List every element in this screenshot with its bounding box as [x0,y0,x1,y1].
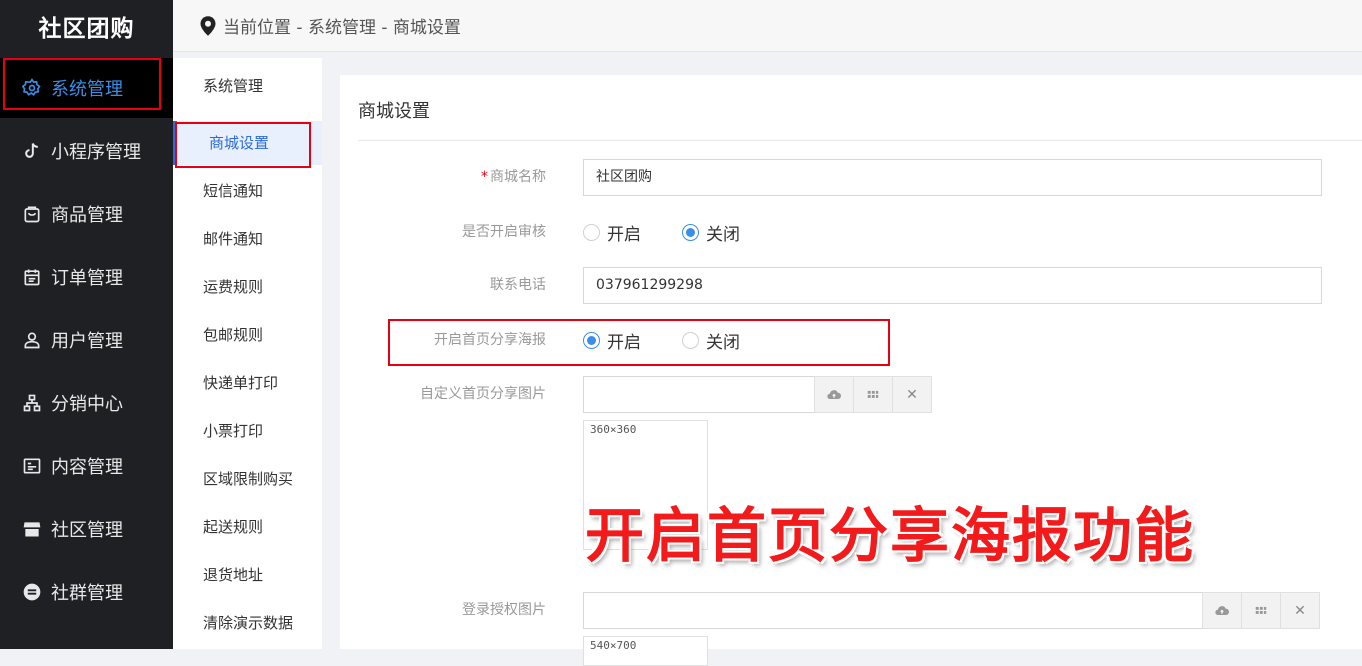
title-divider [358,140,1362,141]
review-radio-on[interactable]: 开启 [583,220,641,245]
content-icon [22,456,42,476]
user-icon [22,330,42,350]
sidebar-item-content[interactable]: 内容管理 [0,436,173,496]
radio-circle-selected [682,224,699,241]
sidebar-item-community[interactable]: 社区管理 [0,499,173,559]
share-poster-label: 开启首页分享海报 [434,332,546,348]
sidebar-item-label: 社群管理 [51,583,123,604]
settings-subnav: 系统管理 商城设置 短信通知 邮件通知 运费规则 包邮规则 快递单打印 小票打印… [173,58,322,649]
share-image-input[interactable] [583,376,815,413]
subnav-item-freight[interactable]: 运费规则 [173,265,322,309]
review-label: 是否开启审核 [462,224,546,240]
grid-icon [1255,606,1267,614]
page-title: 商城设置 [358,101,430,122]
subnav-item-receipt-print[interactable]: 小票打印 [173,409,322,453]
subnav-item-email[interactable]: 邮件通知 [173,217,322,261]
close-icon: ✕ [1294,602,1306,619]
share-poster-radio-on[interactable]: 开启 [583,328,641,353]
sidebar-item-distribution[interactable]: 分销中心 [0,373,173,433]
login-image-label: 登录授权图片 [462,602,546,618]
clear-button[interactable]: ✕ [892,376,932,413]
radio-circle [583,224,600,241]
cloud-upload-icon [827,389,842,399]
sidebar-item-label: 用户管理 [51,331,123,352]
gear-icon [22,78,42,98]
subnav-item-return-address[interactable]: 退货地址 [173,553,322,597]
grid-icon [867,390,879,398]
location-pin-icon [200,15,216,36]
review-radio-off[interactable]: 关闭 [682,220,740,245]
sidebar-item-groups[interactable]: 社群管理 [0,562,173,622]
clear-button[interactable]: ✕ [1280,592,1320,629]
sidebar-item-label: 内容管理 [51,457,123,478]
radio-label: 开启 [607,225,641,245]
login-image-input[interactable] [583,592,1203,629]
gallery-button[interactable] [853,376,893,413]
radio-circle [682,332,699,349]
sidebar-item-label: 小程序管理 [51,142,141,163]
subnav-item-waybill-print[interactable]: 快递单打印 [173,361,322,405]
bag-icon [22,204,42,224]
subnav-item-min-order[interactable]: 起送规则 [173,505,322,549]
shop-name-input[interactable]: 社区团购 [583,159,1322,196]
group-icon [22,582,42,602]
share-image-label: 自定义首页分享图片 [420,386,546,402]
upload-button[interactable] [1202,592,1242,629]
radio-label: 关闭 [706,225,740,245]
radio-circle-selected [583,332,600,349]
gallery-button[interactable] [1241,592,1281,629]
phone-label: 联系电话 [490,277,546,293]
sidebar-item-orders[interactable]: 订单管理 [0,247,173,307]
sidebar-item-label: 订单管理 [51,268,123,289]
shop-name-label: * 商城名称 [481,169,546,185]
subnav-item-free-shipping[interactable]: 包邮规则 [173,313,322,357]
radio-label: 开启 [607,333,641,353]
preview-size-text: 360×360 [590,423,637,436]
hierarchy-icon [22,393,42,413]
upload-button[interactable] [814,376,854,413]
sidebar: 社区团购 系统管理 小程序管理 商品管理 订单管理 用户管理 分销中心 内容管理… [0,0,173,649]
calendar-icon [22,267,42,287]
subnav-item-shop-settings[interactable]: 商城设置 [173,121,322,165]
sidebar-item-users[interactable]: 用户管理 [0,310,173,370]
store-icon [22,519,42,539]
login-image-preview: 540×700 [583,636,708,666]
share-poster-radio-off[interactable]: 关闭 [682,328,740,353]
sidebar-item-goods[interactable]: 商品管理 [0,184,173,244]
sidebar-item-label: 系统管理 [51,79,123,100]
breadcrumb-text: 当前位置 - 系统管理 - 商城设置 [223,18,461,38]
sidebar-item-label: 社区管理 [51,520,123,541]
cloud-upload-icon [1215,605,1230,615]
sidebar-item-label: 分销中心 [51,394,123,415]
subnav-item-clear-demo[interactable]: 清除演示数据 [173,601,322,645]
annotation-overlay-text: 开启首页分享海报功能 [585,501,1196,570]
required-mark: * [481,169,488,185]
tiktok-icon [22,141,42,161]
preview-size-text: 540×700 [590,639,637,652]
close-icon: ✕ [906,386,918,403]
sidebar-item-system[interactable]: 系统管理 [0,58,173,118]
subnav-item-system[interactable]: 系统管理 [173,64,322,108]
subnav-item-sms[interactable]: 短信通知 [173,169,322,213]
sidebar-item-miniprogram[interactable]: 小程序管理 [0,121,173,181]
phone-input[interactable]: 037961299298 [583,267,1322,304]
radio-label: 关闭 [706,333,740,353]
brand-title: 社区团购 [38,16,135,42]
subnav-item-region-limit[interactable]: 区域限制购买 [173,457,322,501]
breadcrumb: 当前位置 - 系统管理 - 商城设置 [173,0,1362,52]
sidebar-item-label: 商品管理 [51,205,123,226]
